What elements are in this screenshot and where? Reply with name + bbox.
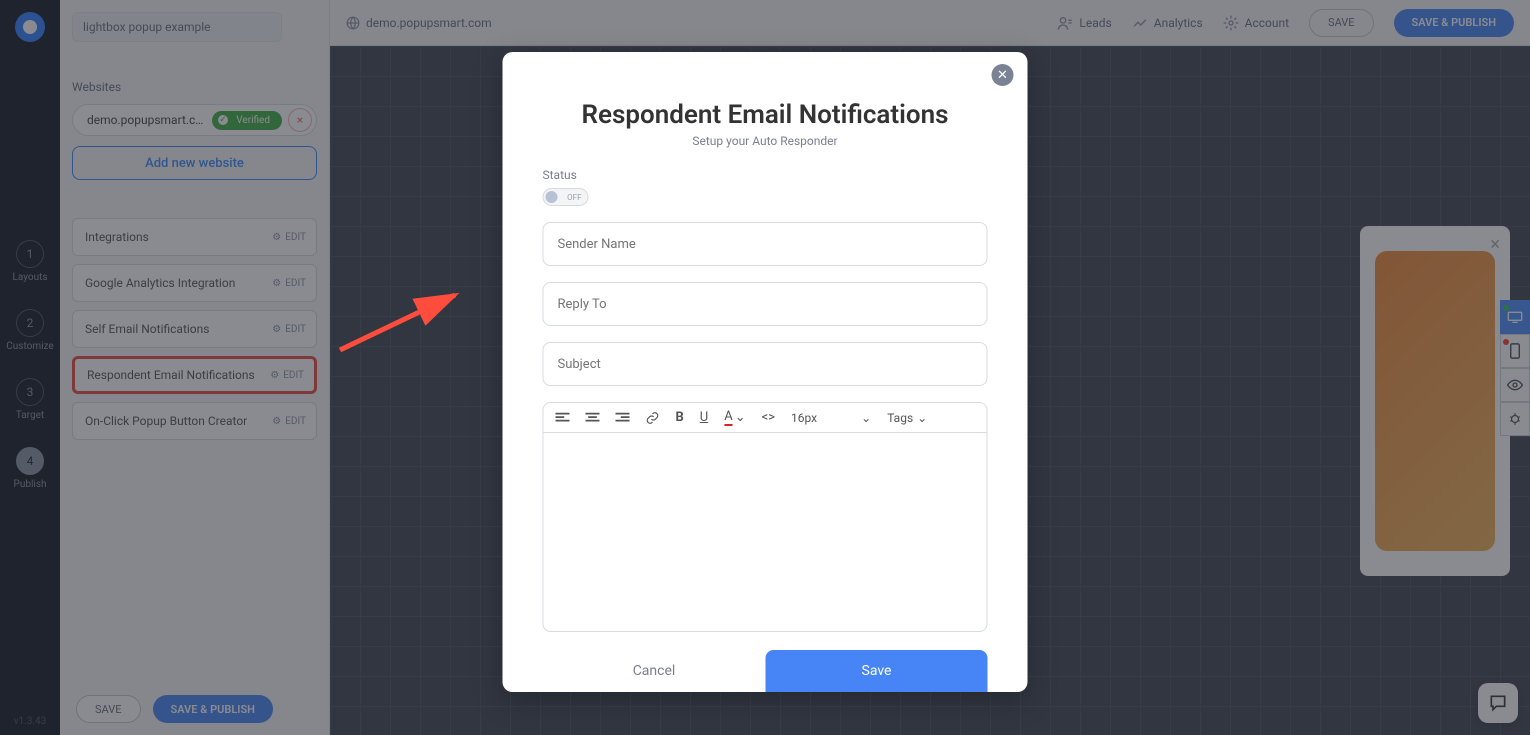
status-toggle[interactable]: OFF (543, 188, 589, 206)
status-label: Status (543, 168, 988, 182)
tags-select[interactable]: Tags⌄ (887, 411, 927, 425)
editor-body[interactable] (544, 433, 987, 628)
modal-respondent-email: ✕ Respondent Email Notifications Setup y… (503, 52, 1028, 692)
font-size-select[interactable]: 16px⌄ (791, 411, 871, 425)
modal-cancel-button[interactable]: Cancel (543, 663, 766, 679)
chevron-down-icon: ⌄ (917, 411, 927, 425)
modal-subtitle: Setup your Auto Responder (543, 134, 988, 148)
align-center-icon[interactable] (586, 412, 600, 424)
underline-icon[interactable]: U (700, 410, 708, 425)
modal-save-button[interactable]: Save (766, 650, 988, 692)
reply-to-input[interactable] (543, 282, 988, 326)
text-color-icon[interactable]: A ⌄ (724, 409, 745, 426)
toggle-knob (546, 191, 558, 203)
editor-toolbar: B U A ⌄ <> 16px⌄ Tags⌄ (544, 403, 987, 433)
toggle-state: OFF (567, 193, 581, 202)
chevron-down-icon: ⌄ (735, 410, 746, 425)
align-left-icon[interactable] (556, 412, 570, 424)
subject-input[interactable] (543, 342, 988, 386)
modal-close-button[interactable]: ✕ (992, 64, 1014, 86)
align-right-icon[interactable] (616, 412, 630, 424)
chevron-down-icon: ⌄ (861, 411, 871, 425)
link-icon[interactable] (646, 411, 660, 425)
rich-text-editor[interactable]: B U A ⌄ <> 16px⌄ Tags⌄ (543, 402, 988, 632)
bold-icon[interactable]: B (676, 410, 684, 425)
code-icon[interactable]: <> (762, 410, 775, 425)
modal-title: Respondent Email Notifications (543, 100, 988, 130)
sender-name-input[interactable] (543, 222, 988, 266)
